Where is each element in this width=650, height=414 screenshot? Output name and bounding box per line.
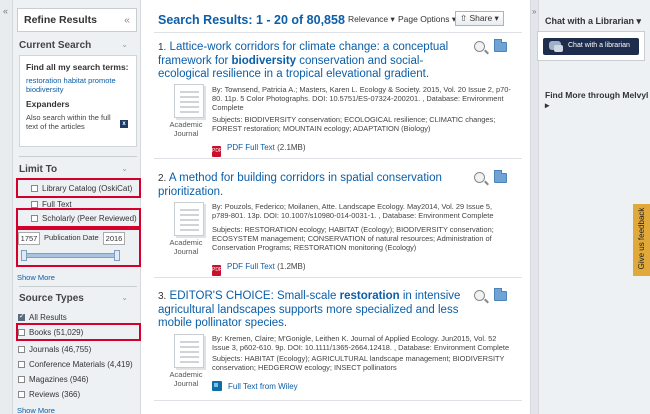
result-1-tools <box>474 39 508 53</box>
preview-magnifier-icon[interactable] <box>474 41 485 52</box>
chat-bubble-icon <box>554 45 563 52</box>
result-byline-2: By: Pouzols, Federico; Moilanen, Atte. L… <box>212 202 494 221</box>
expanders-label: Expanders <box>26 99 70 109</box>
chevron-down-icon[interactable]: ⌄ <box>121 293 128 302</box>
pdf-full-text-link-2[interactable]: PDF PDF Full Text (1.2MB) <box>212 262 306 276</box>
relevance-dropdown[interactable]: Relevance ▾ <box>348 14 395 25</box>
result-subjects-2: Subjects: RESTORATION ecology; HABITAT (… <box>212 225 494 253</box>
preview-magnifier-icon[interactable] <box>474 172 485 183</box>
source-journals[interactable]: Journals (46,755) <box>18 345 91 354</box>
left-collapse-strip[interactable]: « <box>0 0 13 414</box>
checkbox-icon[interactable] <box>31 201 38 208</box>
double-chevron-left-icon[interactable]: « <box>3 6 8 16</box>
refine-sidebar: Refine Results « Current Search ⌄ Find a… <box>13 0 141 414</box>
result-title-2[interactable]: 2. A method for building corridors in sp… <box>158 172 473 199</box>
journal-thumbnail-icon[interactable] <box>174 202 204 236</box>
source-magazines[interactable]: Magazines (946) <box>18 375 89 384</box>
preview-magnifier-icon[interactable] <box>474 290 485 301</box>
source-show-more-link[interactable]: Show More <box>17 406 55 414</box>
publisher-link-icon <box>212 381 222 391</box>
journal-thumbnail-icon[interactable] <box>174 84 204 118</box>
result-byline-1: By: Townsend, Patricia A.; Masters, Kare… <box>212 85 511 113</box>
pdf-icon: PDF <box>212 265 222 276</box>
search-terms-link[interactable]: restoration habitat promote biodiversity <box>26 76 130 94</box>
chat-with-librarian-button[interactable]: Chat with a librarian <box>543 38 639 55</box>
chat-with-librarian-title[interactable]: Chat with a Librarian ▾ <box>545 16 641 27</box>
publication-type-label: Academic Journal <box>169 120 203 138</box>
find-all-terms-label: Find all my search terms: <box>26 62 129 72</box>
page-options-dropdown[interactable]: Page Options ▾ <box>398 14 456 25</box>
pdf-full-text-link-1[interactable]: PDF PDF Full Text (2.1MB) <box>212 143 306 157</box>
checkbox-icon[interactable] <box>18 346 25 353</box>
add-to-folder-icon[interactable] <box>494 288 507 301</box>
add-to-folder-icon[interactable] <box>494 39 507 52</box>
highlight-box-books <box>16 323 141 341</box>
source-all-results[interactable]: All Results <box>18 312 67 322</box>
result-subjects-1: Subjects: BIODIVERSITY conservation; ECO… <box>212 115 496 134</box>
result-2-tools <box>474 170 508 184</box>
checkbox-icon[interactable] <box>18 391 25 398</box>
result-byline-3: By: Kremen, Claire; M'Gonigle, Leithen K… <box>212 334 510 353</box>
checkbox-icon[interactable] <box>18 376 25 383</box>
checkbox-icon[interactable] <box>18 361 25 368</box>
right-collapse-strip[interactable]: » <box>531 0 539 414</box>
limit-show-more-link[interactable]: Show More <box>17 273 55 282</box>
refine-results-title: Refine Results <box>24 14 97 26</box>
chevron-down-icon[interactable]: ⌄ <box>121 164 128 173</box>
right-panel: » Chat with a Librarian ▾ Chat with a li… <box>530 0 650 414</box>
double-chevron-right-icon[interactable]: » <box>532 7 536 16</box>
wiley-full-text-link-3[interactable]: Full Text from Wiley <box>212 381 298 391</box>
source-reviews[interactable]: Reviews (366) <box>18 390 80 399</box>
highlight-box-scholarly <box>16 208 141 228</box>
results-main: Search Results: 1 - 20 of 80,858 Relevan… <box>142 0 529 414</box>
result-subjects-3: Subjects: HABITAT (Ecology); AGRICULTURA… <box>212 354 505 373</box>
highlight-box-library-catalog <box>16 178 141 198</box>
share-icon: ⇧ <box>460 13 468 23</box>
checkbox-checked-icon[interactable] <box>18 312 25 321</box>
highlight-box-date-range <box>16 228 141 267</box>
feedback-label: Give us feedback <box>637 207 646 270</box>
pdf-icon: PDF <box>212 146 222 157</box>
share-button[interactable]: ⇧ Share ▾ <box>455 11 504 26</box>
limit-to-title: Limit To <box>19 164 58 175</box>
publication-type-label: Academic Journal <box>169 238 203 256</box>
current-search-box: Find all my search terms: restoration ha… <box>19 55 137 147</box>
source-types-title: Source Types <box>19 293 84 304</box>
journal-thumbnail-icon[interactable] <box>174 334 204 368</box>
source-conference[interactable]: Conference Materials (4,419) <box>18 360 133 369</box>
result-title-1[interactable]: 1. Lattice-work corridors for climate ch… <box>158 41 473 82</box>
refine-results-header: Refine Results « <box>17 8 137 32</box>
result-3-tools <box>474 288 508 302</box>
result-title-3[interactable]: 3. EDITOR'S CHOICE: Small-scale restorat… <box>158 290 473 331</box>
results-count-title: Search Results: 1 - 20 of 80,858 <box>158 13 345 27</box>
remove-expander-icon[interactable]: x <box>120 120 128 128</box>
current-search-title: Current Search <box>19 40 92 51</box>
publication-type-label: Academic Journal <box>169 370 203 388</box>
feedback-tab[interactable]: Give us feedback <box>633 204 650 276</box>
find-more-melvyl-link[interactable]: Find More through Melvyl ▸ <box>545 90 650 110</box>
chat-widget: Chat with a librarian <box>537 31 645 61</box>
double-chevron-left-icon[interactable]: « <box>124 14 130 26</box>
add-to-folder-icon[interactable] <box>494 170 507 183</box>
expander-fulltext-text: Also search within the full text of the … <box>26 113 111 131</box>
chevron-down-icon[interactable]: ⌄ <box>121 40 128 49</box>
